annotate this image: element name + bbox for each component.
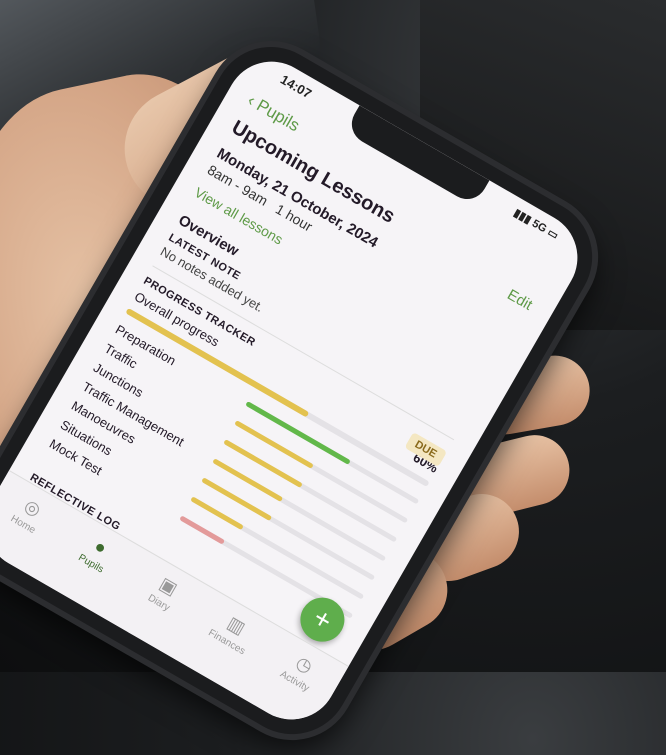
person-icon: ● bbox=[90, 535, 111, 559]
status-time: 14:07 bbox=[277, 71, 315, 102]
steering-wheel-icon: ◎ bbox=[20, 495, 45, 521]
calendar-icon: ▣ bbox=[156, 573, 181, 600]
battery-icon: ▭ bbox=[545, 226, 561, 243]
tab-diary[interactable]: ▣ Diary bbox=[130, 563, 199, 623]
signal-icon: ▮▮▮ bbox=[511, 206, 534, 227]
tab-finances[interactable]: ▥ Finances bbox=[198, 602, 267, 662]
tab-activity[interactable]: ◷ Activity bbox=[266, 641, 335, 701]
status-network: ▮▮▮ 5G ▭ bbox=[511, 206, 561, 243]
bar-chart-icon: ▥ bbox=[223, 612, 249, 639]
tab-pupils[interactable]: ● Pupils bbox=[62, 523, 131, 583]
activity-icon: ◷ bbox=[292, 652, 317, 678]
